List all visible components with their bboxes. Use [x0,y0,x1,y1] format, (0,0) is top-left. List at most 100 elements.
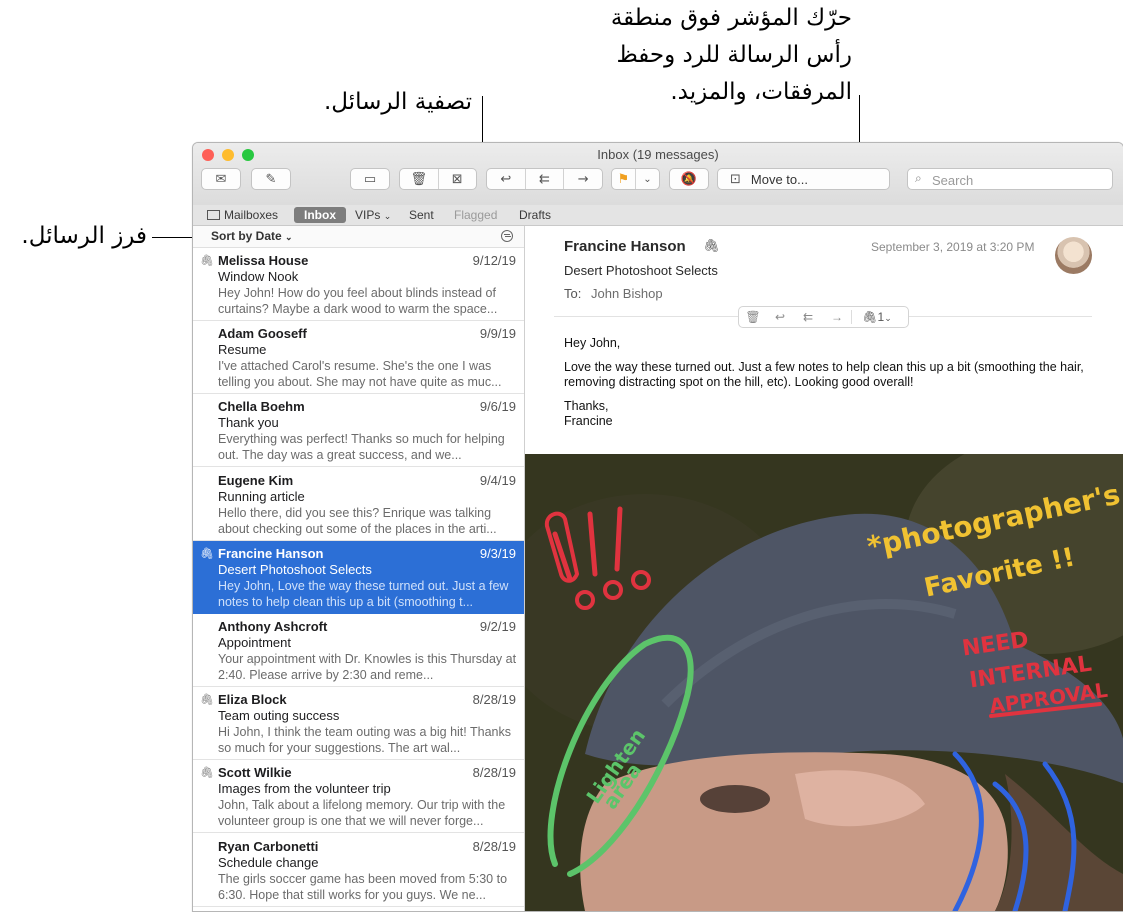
message-preview: Hi John, I think the team outing was a b… [218,725,511,756]
junk-icon[interactable]: ⊠ [439,169,477,189]
message-preview: Hey John, Love the way these turned out.… [218,578,509,609]
message-subject: Resume [218,342,267,358]
message-body: Hey John, Love the way these turned out.… [564,336,1099,429]
favorites-bar: Mailboxes Inbox VIPs ⌄ Sent Flagged Draf… [193,205,1123,226]
chevron-down-icon: ⌄ [884,313,892,323]
attachment-icon: 🖇 [200,694,214,707]
sidebar-icon [207,210,220,220]
message-preview: I've attached Carol's resume. She's the … [218,359,502,390]
message-preview: Everything was perfect! Thanks so much f… [218,432,505,463]
attachment-icon: 🖇 [703,238,720,253]
message-subject: Thank you [218,415,279,431]
message-sender: Chella Boehm [218,399,305,415]
sort-by-date-button[interactable]: Sort by Date ⌄ [211,229,293,243]
message-subject: Appointment [218,635,291,650]
compose-icon: ✎ [265,171,277,187]
favorite-flagged[interactable]: Flagged [454,207,497,223]
sort-bar: Sort by Date ⌄ [193,226,524,248]
search-field[interactable]: ⌕ [907,168,1113,190]
message-subject: Images from the volunteer trip [218,781,391,797]
favorite-inbox[interactable]: Inbox [294,207,346,223]
search-input[interactable] [930,171,1109,189]
message-sender: Eugene Kim [218,472,294,488]
message-sender: Ryan Carbonetti [218,838,319,854]
filter-callout: تصفية الرسائل. [323,89,472,115]
save-attachment-button[interactable]: 🖇1⌄ [851,310,902,324]
chevron-down-icon[interactable]: ⌄ [636,169,659,189]
list-item[interactable]: 🖇 Francine Hanson 9/3/19 Desert Photoshoot … [193,540,524,614]
message-subject: Running article [218,488,305,504]
message-sender: Melissa House [218,253,309,268]
attached-photo: *photographer's Favorite !! NEED INTERNA… [525,454,1123,911]
favorite-drafts[interactable]: Drafts [519,207,551,223]
message-date: 9/3/19 [479,545,516,561]
move-to-label: Move to... [750,171,808,187]
get-mail-button[interactable]: ✉ [201,168,241,190]
reply-all-icon[interactable]: ⇇ [793,310,823,324]
message-subject: Team outing success [218,708,340,724]
message-date: 8/28/19 [472,692,516,708]
mute-icon: 🔕 [680,171,698,187]
message-viewer: Francine Hanson 🖇 September 3, 2019 at 3… [525,226,1123,911]
message-sender: Adam Gooseff [218,326,307,342]
sort-callout: فرز الرسائل. [21,223,147,249]
message-date: 9/4/19 [479,472,516,488]
hover-callout-line1: حرّك المؤشر فوق منطقة [610,5,852,31]
favorite-sent[interactable]: Sent [409,207,434,223]
message-preview: Hello there, did you see this? Enrique w… [218,505,497,536]
message-list: Sort by Date ⌄ 🖇 Melissa House 9/12/19 Wind… [193,226,525,911]
reply-icon[interactable]: ↩ [487,169,526,189]
trash-icon[interactable]: 🗑 [400,169,439,189]
archive-button[interactable]: ▭ [350,168,390,190]
flag-icon[interactable]: ⚑ [612,169,636,189]
face [580,752,1008,911]
title-bar: Inbox (19 messages) ✉ ✎ ▭ 🗑 ⊠ ↩ ⇇ → ⚑ ⌄ … [193,143,1123,206]
message-subject: Desert Photoshoot Selects [564,263,718,278]
forward-icon[interactable]: → [823,310,851,324]
list-item[interactable]: Anthony Ashcroft 9/2/19 Appointment Your ap… [193,614,524,687]
message-date: 9/9/19 [479,326,516,342]
message-subject: Schedule change [218,854,319,870]
list-item[interactable]: Ryan Carbonetti 8/28/19 Schedule change The… [193,834,524,907]
mail-window: Inbox (19 messages) ✉ ✎ ▭ 🗑 ⊠ ↩ ⇇ → ⚑ ⌄ … [192,142,1123,912]
to-recipient[interactable]: John Bishop [591,286,663,301]
forward-icon[interactable]: → [564,169,602,189]
message-date: 9/2/19 [479,619,516,634]
flag-group: ⚑ ⌄ [611,168,660,190]
message-subject: Window Nook [218,269,299,284]
reply-group: ↩ ⇇ → [486,168,603,190]
message-subject: Desert Photoshoot Selects [218,561,372,577]
message-date: 9/12/19 [472,253,516,268]
favorite-vips[interactable]: VIPs ⌄ [355,207,391,223]
message-hover-toolbar: 🗑 ↩ ⇇ → 🖇1⌄ [738,306,909,328]
message-sender: Eliza Block [218,692,287,708]
hover-callout-line2: رأس الرسالة للرد وحفظ [616,42,852,68]
mute-button[interactable]: 🔕 [669,168,709,190]
message-preview: Hey John! How do you feel about blinds i… [218,286,498,316]
body-greeting: Hey John, [564,336,621,350]
body-closing: Thanks, Francine [564,399,613,428]
compose-button[interactable]: ✎ [251,168,291,190]
get-mail-icon: ✉ [215,171,227,187]
list-item[interactable]: 🖇 Eliza Block 8/28/19 Team outing success Hi… [193,687,524,761]
attachment-icon: 🖇 [200,547,214,560]
to-label: To: [564,286,582,301]
chevron-down-icon: ⌄ [383,211,392,221]
reply-icon[interactable]: ↩ [767,310,793,324]
message-date: September 3, 2019 at 3:20 PM [871,240,1035,254]
mailboxes-button[interactable]: Mailboxes [207,207,278,223]
list-item[interactable]: Chella Boehm 9/6/19 Thank you Everything wa… [193,394,524,468]
search-icon: ⌕ [915,171,922,185]
attachment-icon: 🖇 [200,767,214,780]
list-item[interactable]: 🖇 Melissa House 9/12/19 Window Nook Hey John… [193,248,524,321]
delete-junk-group: 🗑 ⊠ [399,168,477,190]
trash-icon[interactable]: 🗑 [739,310,767,324]
message-date: 9/6/19 [479,399,516,415]
archive-icon: ▭ [363,171,377,187]
filter-icon[interactable] [501,230,513,242]
list-item[interactable]: Eugene Kim 9/4/19 Running article Hello the… [193,468,524,541]
list-item[interactable]: Adam Gooseff 9/9/19 Resume I've attached Ca… [193,321,524,395]
reply-all-icon[interactable]: ⇇ [526,169,565,189]
move-to-button[interactable]: ⊡ Move to... [717,168,890,190]
list-item[interactable]: 🖇 Scott Wilkie 8/28/19 Images from the volu… [193,760,524,834]
